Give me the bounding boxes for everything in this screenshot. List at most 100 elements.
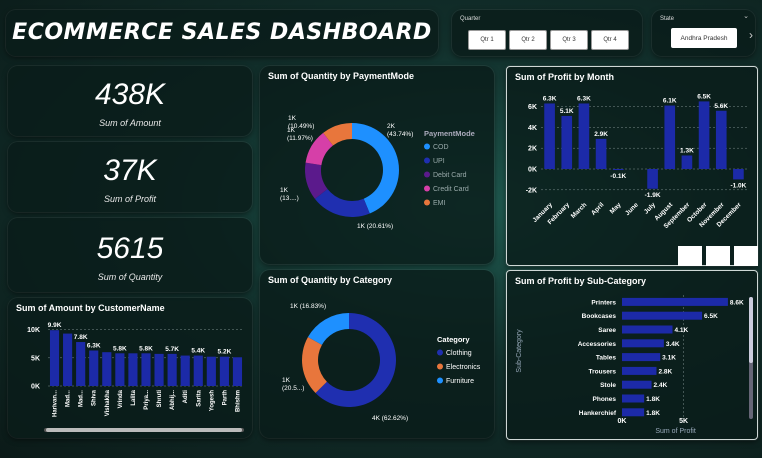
- x-tick-label: Yogesh: [209, 390, 215, 412]
- profit-month-chart: Sum of Profit by Month 6K 4K 2K 0K -2K 6.3K Ja…: [506, 66, 758, 266]
- bar: [206, 356, 216, 386]
- scrollbar-thumb[interactable]: [749, 297, 753, 363]
- bar: [49, 330, 60, 386]
- bar: [622, 366, 657, 375]
- customer-chart-svg: 10K 5K 0K 9.9K Harivan... Mad... 7.8K Mad... 6.3…: [27, 322, 244, 432]
- data-label: 5.8K: [113, 345, 127, 352]
- bar: [681, 155, 693, 169]
- chevron-down-icon[interactable]: ⌄: [743, 12, 749, 20]
- data-label: -1.0K: [730, 182, 746, 189]
- bar: [154, 353, 164, 386]
- bar: [698, 101, 710, 169]
- kpi-card-quantity: 5615 Sum of Quantity: [8, 218, 252, 292]
- data-label: 5.2K: [218, 349, 232, 356]
- chevron-right-icon[interactable]: ›: [749, 28, 753, 42]
- data-label: 6.3K: [87, 342, 101, 349]
- category-label: Phones: [593, 396, 617, 403]
- x-tick-label: Aditi: [183, 390, 189, 404]
- visual-header-button[interactable]: [678, 246, 702, 266]
- bar: [622, 353, 661, 362]
- bar: [612, 169, 624, 171]
- legend-title: PaymentMode: [424, 129, 475, 138]
- bar: [622, 325, 673, 334]
- bar: [89, 350, 99, 386]
- state-slicer-label: State: [660, 16, 675, 22]
- quarter-button-q1[interactable]: Qtr 1: [468, 30, 506, 50]
- bar: [622, 339, 664, 348]
- legend-label: Clothing: [446, 350, 472, 357]
- y-axis-title: Sub-Category: [516, 329, 523, 373]
- kpi-value: 5615: [96, 232, 164, 265]
- bar: [622, 297, 728, 306]
- category-label: Bookcases: [582, 313, 617, 320]
- x-tick-label: May: [609, 201, 623, 215]
- quarter-button-q4[interactable]: Qtr 4: [591, 30, 629, 50]
- x-tick-label: July: [643, 201, 657, 215]
- scrollbar-thumb[interactable]: [46, 428, 242, 432]
- data-label: 1.8K: [646, 396, 660, 403]
- y-tick-label: 2K: [528, 146, 537, 153]
- bar: [141, 353, 151, 386]
- bar: [578, 103, 590, 169]
- data-label: 8.6K: [730, 299, 744, 306]
- x-tick-label: Abhij...: [170, 390, 176, 410]
- legend-label: Credit Card: [433, 186, 469, 193]
- bar: [76, 342, 86, 386]
- bar: [180, 355, 190, 386]
- legend-marker: [424, 185, 430, 192]
- x-tick-label: Lalita: [131, 389, 137, 405]
- dashboard-title: ECOMMERCE SALES DASHBOARD: [12, 20, 432, 45]
- data-label: -0.1K: [610, 173, 626, 180]
- kpi-value: 37K: [103, 154, 157, 187]
- x-tick-label: Shruti: [157, 390, 163, 408]
- data-label: 6.5K: [697, 93, 711, 100]
- legend-label: UPI: [433, 158, 445, 165]
- legend-marker: [437, 363, 443, 370]
- state-dropdown[interactable]: Andhra Pradesh: [671, 28, 737, 48]
- kpi-card-profit: 37K Sum of Profit: [8, 142, 252, 212]
- data-label: 2.4K: [654, 382, 668, 389]
- data-label: 7.8K: [74, 334, 88, 341]
- subcategory-chart-svg: Printers 8.6K Bookcases 6.5K Saree 4.1K Access…: [516, 295, 753, 435]
- data-label: 5.8K: [139, 345, 153, 352]
- quarter-button-q2[interactable]: Qtr 2: [509, 30, 547, 50]
- data-label: 9.9K: [48, 322, 62, 329]
- category-chart: Sum of Quantity by Category 4K (62.62%) 1…: [260, 270, 494, 438]
- title-panel: ECOMMERCE SALES DASHBOARD: [6, 10, 438, 56]
- slice-label: 1K (10.49%): [288, 115, 314, 130]
- data-label: 3.1K: [662, 355, 676, 362]
- x-tick-label: Shiva: [92, 389, 98, 406]
- payment-mode-chart: Sum of Quantity by PaymentMode 2K (43.74%…: [260, 66, 494, 264]
- legend-marker: [437, 377, 443, 384]
- legend-marker: [437, 349, 443, 356]
- x-tick-label: April: [590, 201, 606, 217]
- legend-marker: [424, 157, 430, 164]
- visual-header-button[interactable]: [734, 246, 758, 266]
- data-label: 1.8K: [646, 410, 660, 417]
- data-label: 6.3K: [543, 95, 557, 102]
- bar: [115, 353, 125, 386]
- data-label: -1.9K: [645, 192, 661, 199]
- data-label: 6.3K: [577, 95, 591, 102]
- x-tick-label: Sarita: [196, 389, 202, 406]
- bar: [733, 169, 744, 180]
- data-label: 2.9K: [594, 131, 608, 138]
- bar: [622, 408, 645, 417]
- x-tick-label: 5K: [679, 418, 688, 425]
- category-label: Saree: [598, 327, 616, 334]
- bar: [232, 357, 243, 386]
- x-tick-label: March: [570, 201, 589, 220]
- x-tick-label: Harivan...: [53, 390, 59, 417]
- y-tick-label: 6K: [528, 104, 537, 111]
- visual-header-button[interactable]: [706, 246, 730, 266]
- category-label: Accessories: [578, 341, 617, 348]
- category-chart-svg: 4K (62.62%) 1K (20.5...) 1K (16.83%) Categor…: [282, 303, 481, 422]
- legend-marker: [424, 199, 430, 206]
- slice-label: 1K (20.5...): [282, 377, 304, 392]
- bar: [128, 353, 138, 386]
- data-label: 5.4K: [191, 348, 205, 355]
- quarter-button-q3[interactable]: Qtr 3: [550, 30, 588, 50]
- y-tick-label: 5K: [31, 355, 40, 362]
- slice-label: 1K (16.83%): [290, 303, 326, 310]
- legend-label: Debit Card: [433, 172, 467, 179]
